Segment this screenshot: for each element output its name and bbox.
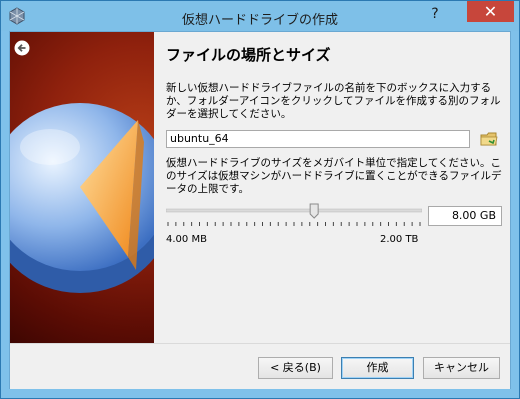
size-slider[interactable] xyxy=(166,202,422,232)
page-heading: ファイルの場所とサイズ xyxy=(166,46,331,64)
slider-max-label: 2.00 TB xyxy=(380,234,419,245)
title-bar[interactable]: 仮想ハードドライブの作成 ? ✕ xyxy=(1,1,519,31)
back-arrow-icon[interactable] xyxy=(14,40,30,56)
cancel-button[interactable]: キャンセル xyxy=(423,357,500,379)
folder-open-icon[interactable] xyxy=(480,130,498,148)
hard-disk-illustration xyxy=(10,103,154,293)
size-value-input[interactable]: 8.00 GB xyxy=(428,206,502,226)
back-button[interactable]: < 戻る(B) xyxy=(258,357,333,379)
close-button[interactable]: ✕ xyxy=(467,1,514,22)
help-button[interactable]: ? xyxy=(421,4,449,24)
size-description: 仮想ハードドライブのサイズをメガバイト単位で指定してください。このサイズは仮想マ… xyxy=(166,157,502,195)
slider-min-label: 4.00 MB xyxy=(166,234,207,245)
button-bar: < 戻る(B) 作成 キャンセル xyxy=(10,343,510,389)
create-button[interactable]: 作成 xyxy=(341,357,414,379)
slider-thumb[interactable] xyxy=(309,203,319,219)
dialog-window: 仮想ハードドライブの作成 ? ✕ ファイルの場所とサイズ 新しい仮想ハードドライ… xyxy=(0,0,520,399)
dialog-client-area: ファイルの場所とサイズ 新しい仮想ハードドライブファイルの名前を下のボックスに入… xyxy=(9,31,511,389)
wizard-banner-image xyxy=(10,32,154,343)
file-location-input[interactable]: ubuntu_64 xyxy=(166,130,470,148)
location-description: 新しい仮想ハードドライブファイルの名前を下のボックスに入力するか、フォルダーアイ… xyxy=(166,82,501,120)
